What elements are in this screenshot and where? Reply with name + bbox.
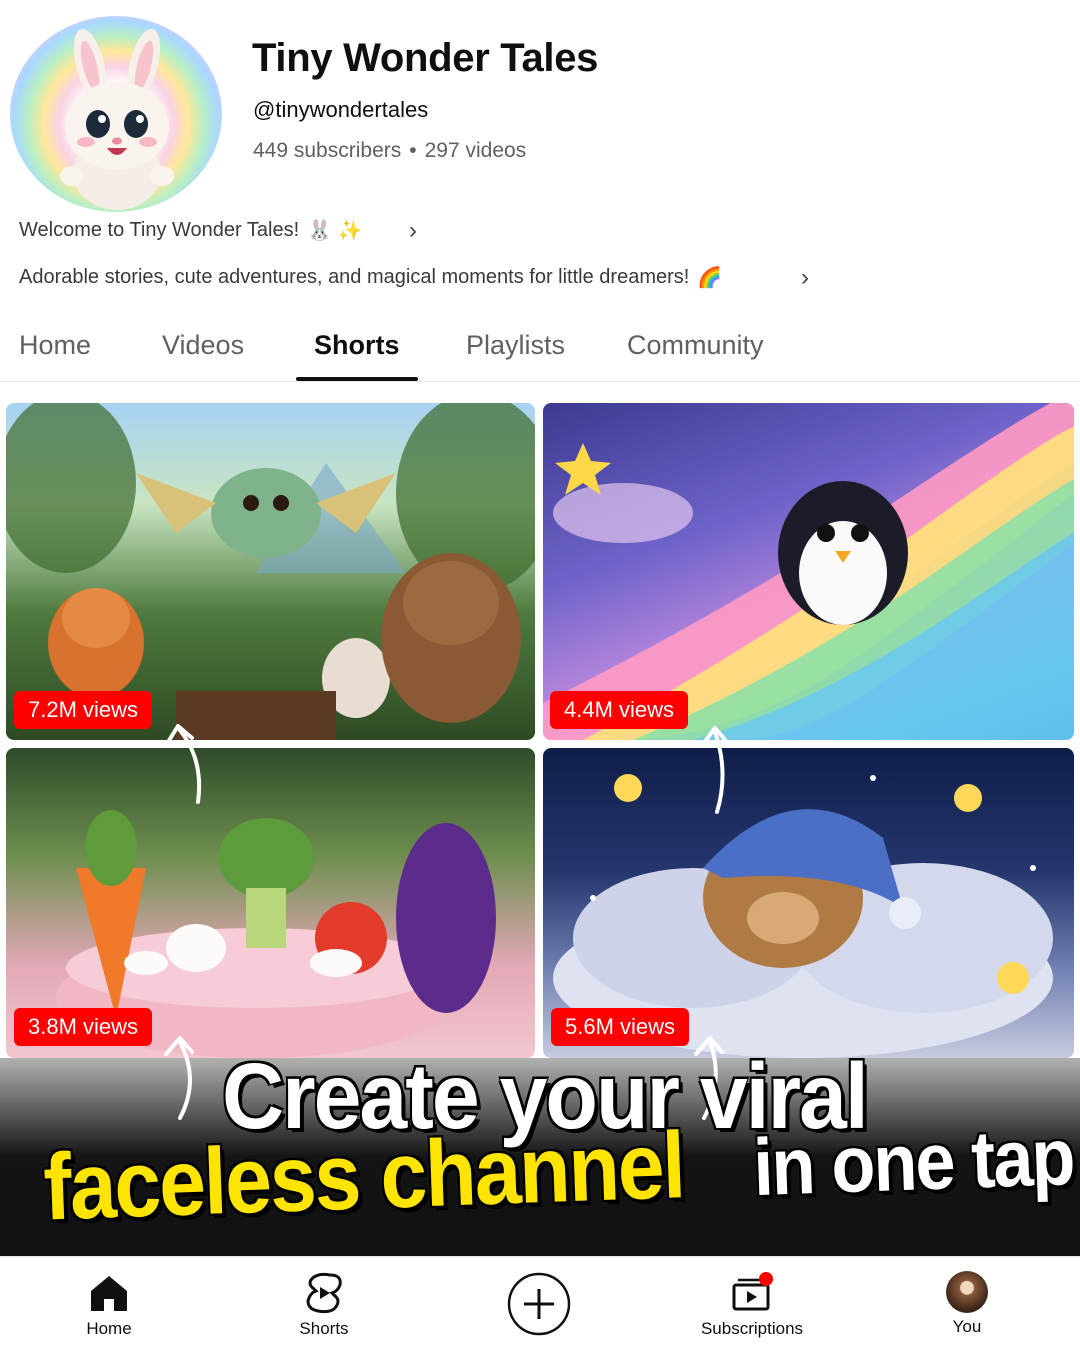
tab-shorts[interactable]: Shorts — [314, 330, 400, 361]
description-line-2[interactable]: Adorable stories, cute adventures, and m… — [19, 264, 839, 292]
channel-avatar[interactable] — [10, 16, 222, 212]
forest-animals-thumbnail — [6, 403, 535, 740]
view-count-badge: 7.2M views — [14, 691, 153, 729]
subscriptions-icon — [732, 1272, 773, 1311]
view-count-badge: 5.6M views — [551, 1008, 690, 1046]
bunny-icon — [60, 28, 174, 210]
nav-subscriptions-label: Subscriptions — [700, 1319, 804, 1338]
promo-headline-line-2: in one tap — [751, 1112, 1075, 1214]
penguin-rainbow-thumbnail — [543, 403, 1074, 740]
stats-separator: • — [409, 139, 417, 162]
short-card-forest-animals[interactable]: 7.2M views — [6, 403, 535, 740]
nav-home[interactable]: Home — [39, 1271, 179, 1339]
channel-tabs: Home Videos Shorts Playlists Community — [0, 318, 1080, 382]
subscriber-count: 449 subscribers — [253, 139, 402, 162]
nav-shorts-label: Shorts — [299, 1319, 349, 1338]
promo-headline-highlight: faceless channel — [41, 1112, 686, 1240]
nav-subscriptions[interactable]: Subscriptions — [682, 1271, 822, 1339]
bunny-sparkle-emoji: 🐰 ✨ — [307, 220, 363, 242]
nav-you[interactable]: You — [897, 1271, 1037, 1337]
tab-videos[interactable]: Videos — [162, 330, 244, 361]
tab-community[interactable]: Community — [627, 330, 764, 361]
home-icon — [91, 1276, 127, 1311]
description-text-2: Adorable stories, cute adventures, and m… — [19, 266, 690, 288]
arrow-up-icon — [701, 726, 729, 814]
create-plus-icon — [507, 1272, 571, 1336]
channel-handle: @tinywondertales — [253, 97, 429, 122]
nav-home-label: Home — [86, 1319, 132, 1338]
nav-you-label: You — [952, 1317, 982, 1336]
rainbow-emoji: 🌈 — [697, 267, 723, 289]
bottom-navigation: Home Shorts Subscriptions You — [0, 1256, 1080, 1350]
tab-home[interactable]: Home — [19, 330, 91, 361]
channel-stats: 449 subscribers • 297 videos — [253, 139, 526, 163]
description-line-1[interactable]: Welcome to Tiny Wonder Tales! 🐰 ✨ › — [19, 217, 439, 245]
short-card-sleeping-bear[interactable]: 5.6M views — [543, 748, 1074, 1058]
description-text-1: Welcome to Tiny Wonder Tales! — [19, 219, 300, 241]
channel-title: Tiny Wonder Tales — [252, 36, 599, 80]
arrow-up-icon — [164, 1036, 194, 1120]
active-tab-indicator — [296, 377, 418, 381]
chevron-right-icon[interactable]: › — [801, 264, 809, 292]
short-card-penguin-rainbow[interactable]: 4.4M views — [543, 403, 1074, 740]
tab-playlists[interactable]: Playlists — [466, 330, 565, 361]
shorts-icon — [306, 1272, 342, 1314]
video-count: 297 videos — [424, 139, 527, 162]
view-count-badge: 3.8M views — [14, 1008, 153, 1046]
short-card-vegetable-tea-party[interactable]: 3.8M views — [6, 748, 535, 1058]
view-count-badge: 4.4M views — [550, 691, 689, 729]
arrow-up-icon — [166, 724, 202, 804]
nav-shorts[interactable]: Shorts — [254, 1271, 394, 1339]
chevron-right-icon[interactable]: › — [409, 217, 417, 245]
nav-create[interactable] — [469, 1271, 609, 1337]
you-avatar — [946, 1271, 988, 1313]
